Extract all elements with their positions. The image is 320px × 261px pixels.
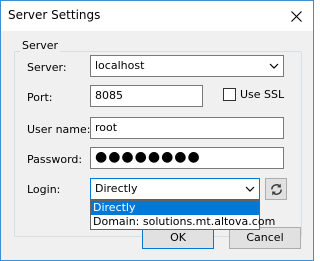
port-label: Port:	[27, 91, 53, 104]
login-combo[interactable]: Directly	[90, 178, 260, 200]
ok-button[interactable]: OK	[142, 227, 214, 249]
password-input[interactable]: ●●●●●●●●	[90, 147, 284, 169]
use-ssl-checkbox[interactable]	[223, 88, 236, 101]
use-ssl-label: Use SSL	[240, 88, 285, 101]
group-label: Server	[20, 39, 61, 52]
login-option-domain[interactable]: Domain: solutions.mt.altova.com	[91, 215, 275, 229]
server-value: localhost	[95, 59, 145, 72]
window-title: Server Settings	[8, 8, 101, 22]
server-label: Server:	[27, 61, 67, 74]
refresh-icon	[270, 183, 282, 195]
username-value: root	[95, 121, 118, 134]
server-combo[interactable]: localhost	[90, 55, 284, 77]
title-bar: Server Settings	[1, 1, 313, 31]
login-label: Login:	[27, 183, 61, 196]
login-option-directly[interactable]: Directly	[91, 201, 259, 215]
port-input[interactable]: 8085	[90, 85, 203, 107]
login-dropdown-list: Directly Domain: solutions.mt.altova.com	[90, 200, 275, 230]
refresh-button[interactable]	[265, 178, 287, 200]
username-input[interactable]: root	[90, 117, 284, 139]
close-button[interactable]	[285, 5, 307, 27]
server-settings-dialog: Server Settings Server Server: localhost…	[0, 0, 314, 261]
username-label: User name:	[27, 123, 91, 136]
chevron-down-icon	[269, 63, 279, 69]
chevron-down-icon	[245, 186, 255, 192]
password-label: Password:	[27, 153, 83, 166]
login-value: Directly	[95, 182, 138, 195]
port-value: 8085	[95, 89, 123, 102]
close-icon	[290, 10, 302, 22]
cancel-button[interactable]: Cancel	[229, 227, 301, 249]
password-value: ●●●●●●●●	[95, 149, 201, 165]
dialog-body: Server Server: localhost Port: 8085 Use …	[1, 31, 313, 260]
